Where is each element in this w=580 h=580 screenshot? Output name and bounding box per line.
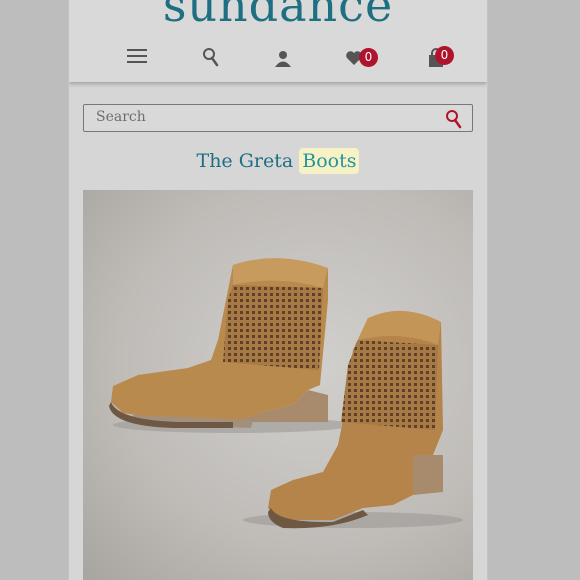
product-title: The Greta Boots (69, 148, 487, 174)
product-image[interactable] (83, 190, 473, 580)
site-logo[interactable]: sundance (69, 0, 487, 32)
search-icon[interactable] (202, 46, 220, 72)
product-title-text: The Greta (196, 150, 294, 172)
search-placeholder: Search (96, 109, 146, 125)
mobile-page: sundance 0 0 Search The Greta Boots (68, 0, 488, 580)
site-header: sundance 0 0 (69, 0, 487, 82)
search-submit-icon[interactable] (444, 108, 464, 134)
wishlist-count-badge: 0 (359, 48, 378, 67)
menu-icon[interactable] (126, 46, 148, 68)
cart-count-badge: 0 (435, 46, 454, 65)
left-boot (109, 258, 328, 428)
search-input[interactable]: Search (83, 104, 473, 132)
product-title-highlight: Boots (299, 148, 360, 174)
account-icon[interactable] (274, 46, 292, 72)
